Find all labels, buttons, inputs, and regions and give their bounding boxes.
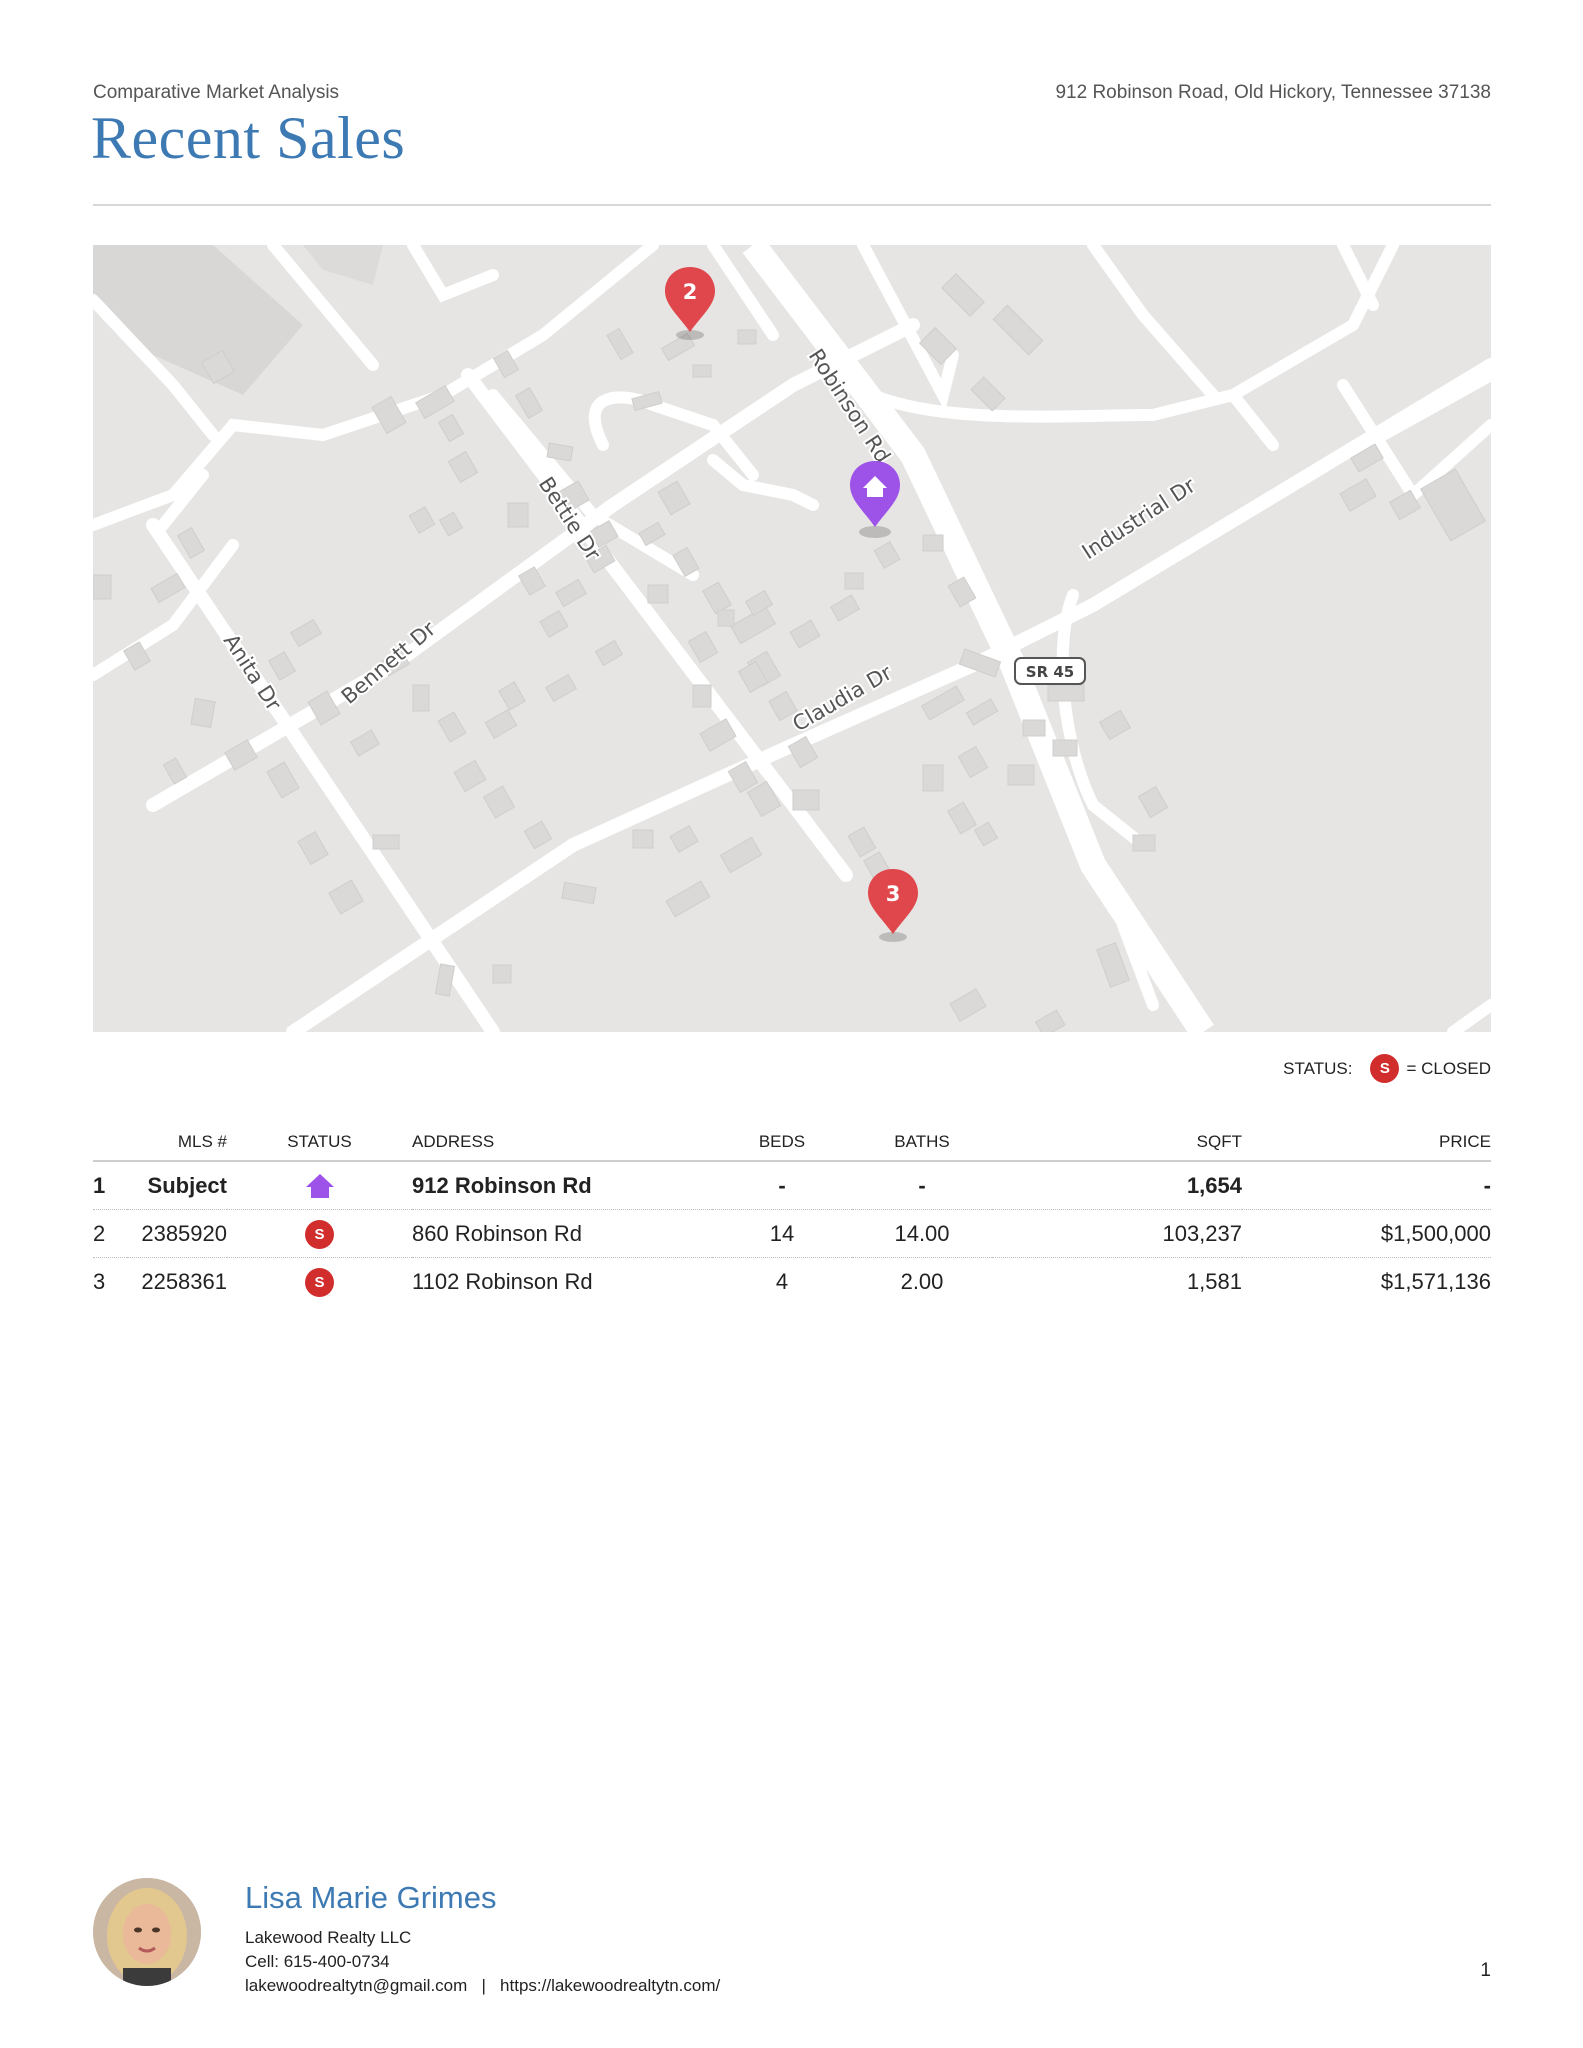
col-status: STATUS [227, 1124, 412, 1162]
row-mls: 2385920 [127, 1209, 227, 1258]
agent-company: Lakewood Realty LLC [245, 1928, 412, 1947]
row-price: - [1242, 1161, 1491, 1210]
property-address: 912 Robinson Road, Old Hickory, Tennesse… [1055, 82, 1491, 103]
row-address: 912 Robinson Rd [412, 1161, 712, 1210]
page-number: 1 [1480, 1960, 1491, 1981]
row-price: $1,571,136 [1380, 1268, 1491, 1294]
row-mls: Subject [127, 1161, 227, 1210]
house-icon [305, 1174, 334, 1199]
col-beds: BEDS [712, 1124, 852, 1162]
agent-contact[interactable]: lakewoodrealtytn@gmail.com | https://lak… [245, 1976, 720, 1996]
recent-sales-table: MLS # STATUS ADDRESS BEDS BATHS SQFT PRI… [93, 1124, 1491, 1305]
row-beds: 4 [775, 1268, 789, 1294]
sales-map[interactable]: Robinson Rd Industrial Dr Bettie Dr Benn… [93, 245, 1491, 1032]
row-address: 1102 Robinson Rd [412, 1268, 593, 1294]
table-row[interactable]: 2 2385920 S 860 Robinson Rd 14 14.00 103… [93, 1209, 1491, 1258]
row-baths: 14.00 [852, 1209, 992, 1258]
row-beds: 14 [712, 1209, 852, 1258]
row-mls: 2258361 [141, 1268, 227, 1294]
col-mls: MLS # [127, 1124, 227, 1162]
row-status: S [227, 1209, 412, 1258]
header-divider [93, 204, 1491, 206]
marker-label-3: 3 [886, 882, 901, 906]
legend-label: STATUS: [1283, 1058, 1353, 1078]
report-subtitle: Comparative Market Analysis [93, 82, 340, 103]
page-title: Recent Sales [91, 105, 406, 171]
table-row[interactable]: 3 2258361 S 1102 Robinson Rd 4 2.00 1,58… [93, 1258, 1491, 1306]
svg-text:SR 45: SR 45 [1026, 663, 1074, 681]
row-sqft: 103,237 [992, 1209, 1242, 1258]
row-status: S [227, 1258, 412, 1306]
row-baths: 2.00 [900, 1268, 944, 1294]
agent-cell: Cell: 615-400-0734 [245, 1952, 390, 1971]
closed-status-badge: S [1370, 1054, 1400, 1083]
row-beds: - [712, 1161, 852, 1210]
legend-description: = CLOSED [1406, 1058, 1491, 1078]
col-index [93, 1124, 127, 1162]
row-sqft: 1,581 [1186, 1268, 1242, 1294]
row-index: 3 [93, 1268, 106, 1294]
col-baths: BATHS [852, 1124, 992, 1162]
agent-name: Lisa Marie Grimes [245, 1880, 497, 1915]
status-legend: STATUS: S = CLOSED [1283, 1054, 1491, 1083]
agent-avatar [93, 1878, 201, 1986]
row-status [227, 1161, 412, 1210]
closed-status-badge: S [305, 1219, 334, 1249]
row-price: $1,500,000 [1242, 1209, 1491, 1258]
row-sqft: 1,654 [992, 1161, 1242, 1210]
row-address: 860 Robinson Rd [412, 1209, 712, 1258]
closed-status-badge: S [305, 1267, 334, 1297]
row-index: 2 [93, 1209, 127, 1258]
row-baths: - [852, 1161, 992, 1210]
col-price: PRICE [1242, 1124, 1491, 1162]
table-header-row: MLS # STATUS ADDRESS BEDS BATHS SQFT PRI… [93, 1124, 1491, 1162]
row-index: 1 [93, 1161, 127, 1210]
col-address: ADDRESS [412, 1124, 712, 1162]
highway-shield: SR 45 [1014, 657, 1086, 685]
marker-label-2: 2 [683, 280, 698, 304]
col-sqft: SQFT [992, 1124, 1242, 1162]
table-row[interactable]: 1 Subject 912 Robinson Rd - - 1,654 - [93, 1161, 1491, 1210]
